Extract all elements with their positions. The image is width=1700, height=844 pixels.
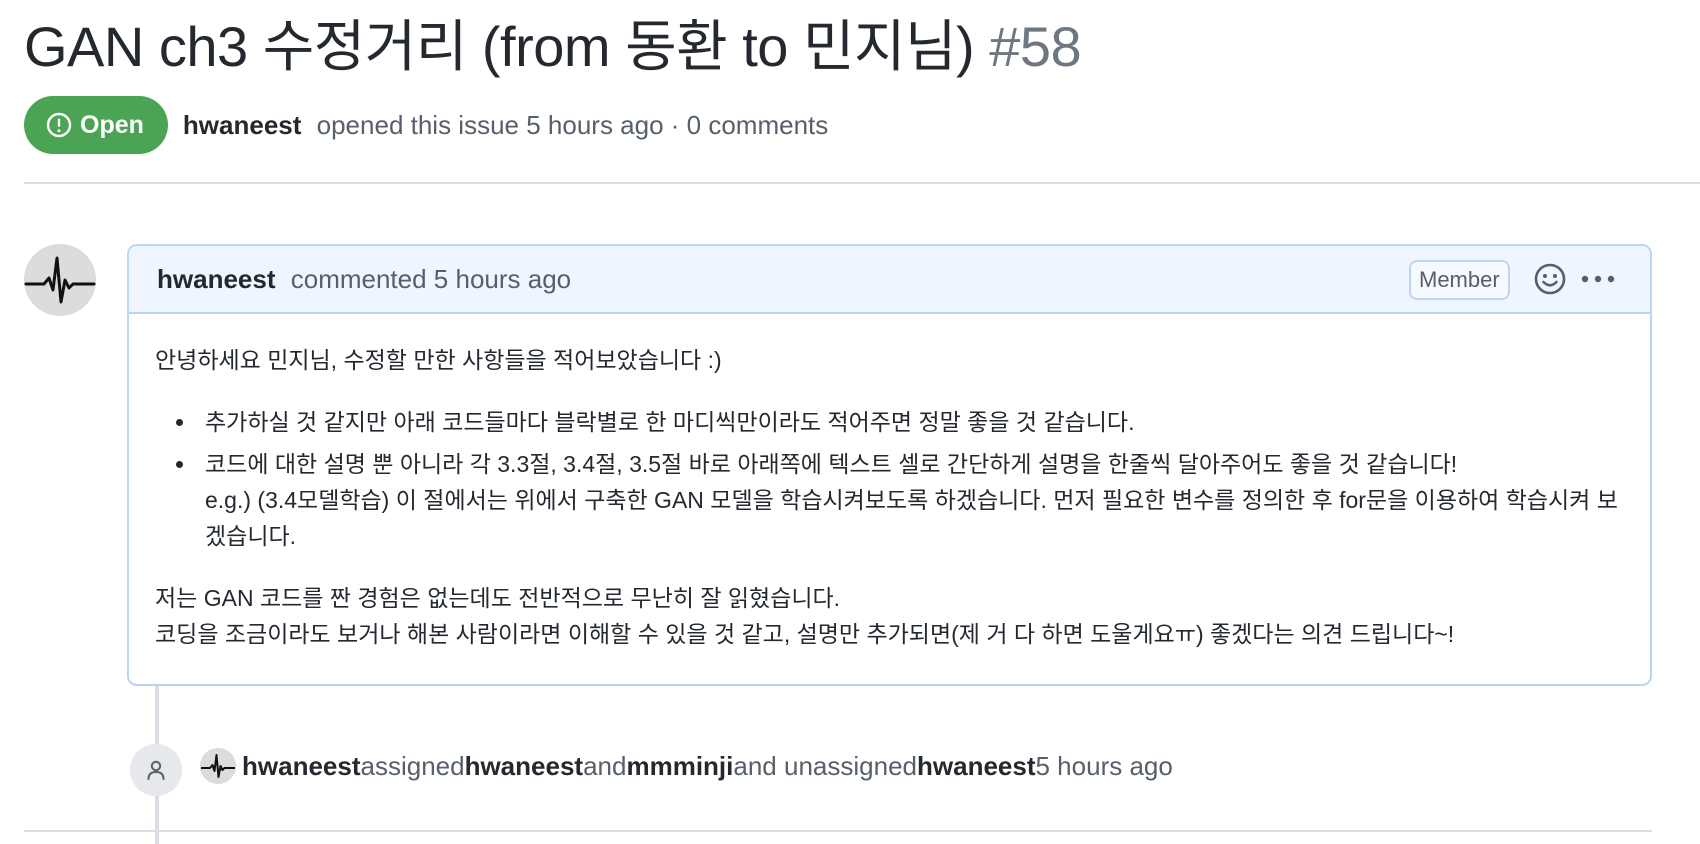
assignment-event-badge: [130, 744, 182, 796]
comment-author-avatar[interactable]: [24, 244, 96, 316]
comment-header: hwaneest commented 5 hours ago Member: [129, 246, 1650, 314]
issue-author-link[interactable]: hwaneest: [183, 110, 302, 140]
comment-intro: 안녕하세요 민지님, 수정할 만한 사항들을 적어보았습니다 :): [155, 347, 722, 373]
comment-bullet-list: 추가하실 것 같지만 아래 코드들마다 블락별로 한 마디씩만이라도 적어주면 …: [155, 404, 1622, 554]
comment-options-button[interactable]: [1578, 264, 1618, 294]
header-divider: [24, 182, 1700, 184]
assignment-event: hwaneest assigned hwaneest and mmminji a…: [200, 748, 1173, 784]
issue-title: GAN ch3 수정거리 (from 동환 to 민지님) #58: [24, 14, 1700, 80]
issue-meta-row: Open hwaneest opened this issue 5 hours …: [24, 96, 828, 154]
issue-comment: hwaneest commented 5 hours ago Member 안녕…: [127, 244, 1652, 686]
issue-state-badge: Open: [24, 96, 168, 154]
comment-timestamp-link[interactable]: commented 5 hours ago: [291, 264, 571, 294]
event-verb-unassigned: and unassigned: [733, 750, 917, 781]
issue-meta-detail: opened this issue 5 hours ago · 0 commen…: [316, 109, 829, 140]
issue-title-text: GAN ch3 수정거리 (from 동환 to 민지님): [24, 15, 975, 78]
member-badge: Member: [1409, 260, 1510, 300]
comment-bullet-2: 코드에 대한 설명 뿐 아니라 각 3.3절, 3.4절, 3.5절 바로 아래…: [176, 446, 1622, 554]
event-verb-assigned: assigned: [360, 750, 465, 781]
comment-body: 안녕하세요 민지님, 수정할 만한 사항들을 적어보았습니다 :) 추가하실 것…: [129, 314, 1650, 652]
smiley-icon: [1534, 263, 1566, 295]
event-actor-link[interactable]: hwaneest: [242, 751, 361, 782]
event-and: and: [583, 750, 627, 781]
bullet-example-text: e.g.) (3.4모델학습) 이 절에서는 위에서 구축한 GAN 모델을 학…: [205, 487, 1618, 549]
kebab-horizontal-icon: [1581, 275, 1615, 283]
event-unassignee-link[interactable]: hwaneest: [917, 751, 1036, 782]
bullet-text: 코드에 대한 설명 뿐 아니라 각 3.3절, 3.4절, 3.5절 바로 아래…: [205, 451, 1458, 477]
comment-author-link[interactable]: hwaneest: [157, 264, 276, 294]
comment-closing-line-2: 코딩을 조금이라도 보거나 해본 사람이라면 이해할 수 있을 것 같고, 설명…: [155, 621, 1455, 647]
event-actor-avatar[interactable]: [200, 748, 236, 784]
issue-opened-icon: [46, 112, 72, 138]
comment-bullet-1: 추가하실 것 같지만 아래 코드들마다 블락별로 한 마디씩만이라도 적어주면 …: [176, 404, 1622, 440]
comment-closing-line-1: 저는 GAN 코드를 짠 경험은 없는데도 전반적으로 무난히 잘 읽혔습니다.: [155, 585, 841, 611]
event-timestamp-link[interactable]: 5 hours ago: [1036, 751, 1173, 782]
issue-header: GAN ch3 수정거리 (from 동환 to 민지님) #58: [24, 14, 1700, 80]
person-icon: [147, 760, 165, 780]
issue-meta-text: hwaneest opened this issue 5 hours ago ·…: [183, 110, 828, 141]
event-assignee-2-link[interactable]: mmminji: [626, 751, 733, 782]
add-reaction-button[interactable]: [1532, 261, 1568, 297]
bullet-text: 추가하실 것 같지만 아래 코드들마다 블락별로 한 마디씩만이라도 적어주면 …: [205, 409, 1135, 435]
event-assignee-1-link[interactable]: hwaneest: [465, 751, 584, 782]
issue-number: #58: [989, 15, 1082, 78]
issue-state-label: Open: [80, 110, 144, 139]
timeline-bottom-divider: [24, 830, 1652, 832]
comment-header-text: hwaneest commented 5 hours ago: [157, 264, 571, 295]
